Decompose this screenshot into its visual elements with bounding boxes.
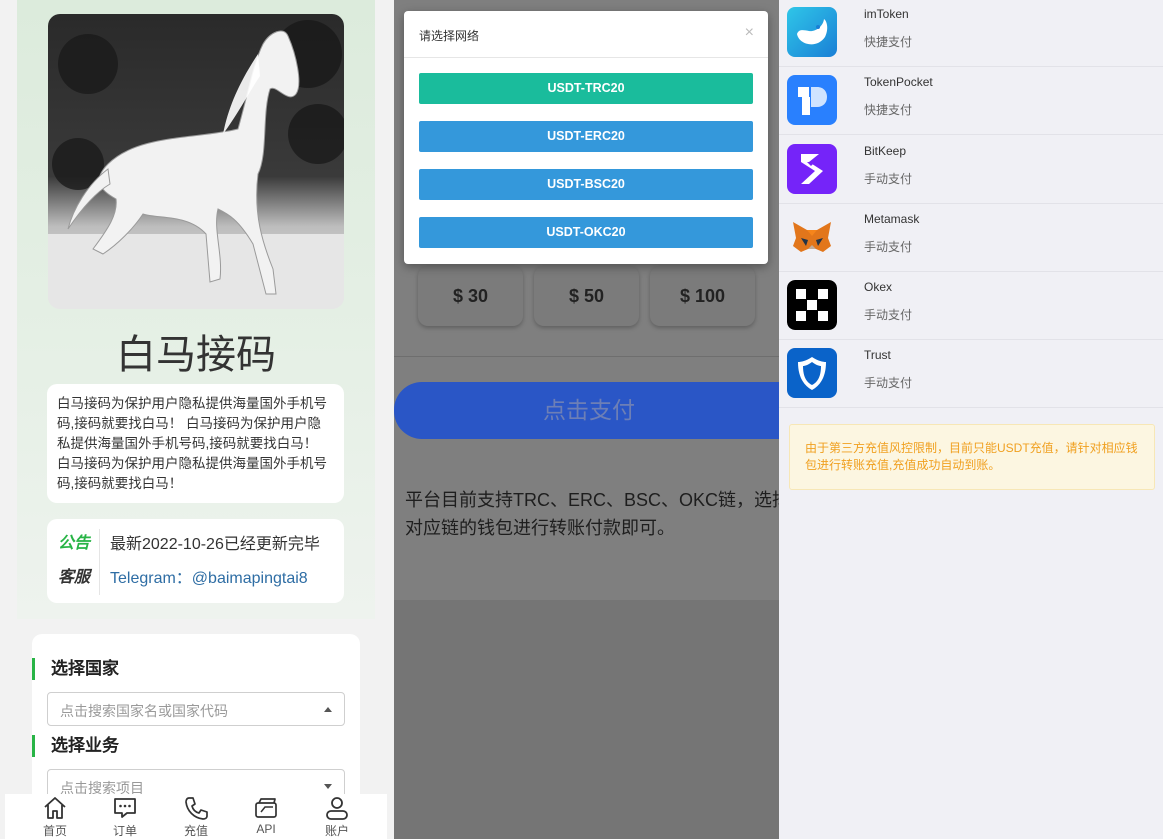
caret-down-icon [324, 784, 332, 789]
nav-home-label: 首页 [42, 824, 67, 838]
cards-icon [255, 798, 277, 818]
support-telegram-link[interactable]: Telegram：@baimapingtai8 [110, 564, 308, 588]
wallet-pay-mode: 手动支付 [864, 376, 913, 390]
recharge-panel: $ 30 $ 50 $ 100 点击支付 平台目前支持TRC、ERC、BSC、O… [394, 0, 779, 839]
service-section-title: 选择业务 [32, 735, 119, 757]
nav-api[interactable]: API [236, 794, 296, 836]
wallet-name: BitKeep [864, 144, 907, 158]
network-erc20-button[interactable]: USDT-ERC20 [419, 121, 753, 152]
wallet-pay-mode: 手动支付 [864, 240, 913, 254]
wallet-name: Metamask [864, 212, 920, 226]
metamask-fox-logo [787, 212, 837, 262]
bitkeep-logo [787, 144, 837, 194]
wallet-item-okex[interactable]: Okex 手动支付 [779, 272, 1163, 340]
wallet-name: imToken [864, 7, 909, 21]
notice-card: 公告 最新2022-10-26已经更新完毕 客服 Telegram：@baima… [47, 519, 344, 603]
country-select[interactable]: 点击搜索国家名或国家代码 [47, 692, 345, 726]
close-icon[interactable]: × [745, 24, 754, 42]
nav-orders-label: 订单 [112, 824, 137, 838]
wallet-item-trust[interactable]: Trust 手动支付 [779, 340, 1163, 408]
tokenpocket-logo [787, 75, 837, 125]
network-trc20-button[interactable]: USDT-TRC20 [419, 73, 753, 104]
nav-recharge-label: 充值 [183, 824, 208, 838]
network-select-modal: 请选择网络 × USDT-TRC20 USDT-ERC20 USDT-BSC20… [404, 11, 768, 264]
caret-up-icon [324, 707, 332, 712]
imtoken-logo [787, 7, 837, 57]
nav-account[interactable]: 账户 [307, 794, 367, 839]
country-section-title: 选择国家 [32, 658, 119, 680]
wallet-pay-mode: 手动支付 [864, 308, 913, 322]
bottom-nav: 首页 订单 充值 API 账户 [5, 794, 387, 839]
overlay-backdrop [394, 600, 779, 839]
wallet-name: Okex [864, 280, 893, 294]
divider [394, 356, 779, 357]
nav-orders[interactable]: 订单 [95, 794, 155, 839]
home-icon [44, 797, 66, 819]
wallet-item-bitkeep[interactable]: BitKeep 手动支付 [779, 136, 1163, 204]
okex-logo [787, 280, 837, 330]
wallet-name: TokenPocket [864, 75, 933, 89]
home-panel: 白马接码 白马接码为保护用户隐私提供海量国外手机号码,接码就要找白马！ 白马接码… [0, 0, 394, 839]
network-bsc20-button[interactable]: USDT-BSC20 [419, 169, 753, 200]
site-intro: 白马接码为保护用户隐私提供海量国外手机号码,接码就要找白马！ 白马接码为保护用户… [47, 384, 344, 503]
wallet-name: Trust [864, 348, 891, 362]
amount-option-50[interactable]: $ 50 [534, 266, 639, 326]
modal-header: 请选择网络 × [404, 11, 768, 58]
pay-button[interactable]: 点击支付 [394, 382, 779, 439]
trust-shield-logo [787, 348, 837, 398]
recharge-description: 平台目前支持TRC、ERC、BSC、OKC链，选择对应链的钱包进行转账付款即可。 [405, 490, 779, 538]
nav-recharge[interactable]: 充值 [166, 794, 226, 839]
amount-option-30[interactable]: $ 30 [418, 266, 523, 326]
network-okc20-button[interactable]: USDT-OKC20 [419, 217, 753, 248]
wallet-pay-mode: 快捷支付 [864, 103, 913, 117]
announcement-text: 最新2022-10-26已经更新完毕 [110, 536, 320, 553]
wallet-item-tokenpocket[interactable]: TokenPocket 快捷支付 [779, 67, 1163, 135]
wallet-item-imtoken[interactable]: imToken 快捷支付 [779, 0, 1163, 67]
amount-option-100[interactable]: $ 100 [650, 266, 755, 326]
chat-icon [114, 798, 136, 818]
white-horse-banner [48, 14, 344, 309]
support-label: 客服 [58, 569, 91, 586]
wallet-pay-mode: 快捷支付 [864, 35, 913, 49]
nav-account-label: 账户 [324, 824, 349, 838]
nav-api-label: API [256, 822, 276, 836]
site-title: 白马接码 [116, 332, 276, 378]
country-select-placeholder: 点击搜索国家名或国家代码 [60, 703, 228, 719]
usdt-warning-alert: 由于第三方充值风控限制，目前只能USDT充值，请针对相应钱包进行转账充值,充值成… [789, 424, 1155, 490]
modal-title: 请选择网络 [419, 29, 480, 43]
user-icon [326, 797, 348, 820]
announcement-label: 公告 [58, 535, 91, 552]
wallet-list-panel: imToken 快捷支付 TokenPocket 快捷支付 BitKeep 手动… [779, 0, 1163, 839]
phone-icon [185, 797, 208, 820]
nav-home[interactable]: 首页 [25, 794, 85, 839]
notice-divider [99, 529, 100, 595]
home-header: 白马接码 白马接码为保护用户隐私提供海量国外手机号码,接码就要找白马！ 白马接码… [17, 0, 375, 619]
wallet-pay-mode: 手动支付 [864, 172, 913, 186]
wallet-item-metamask[interactable]: Metamask 手动支付 [779, 204, 1163, 272]
